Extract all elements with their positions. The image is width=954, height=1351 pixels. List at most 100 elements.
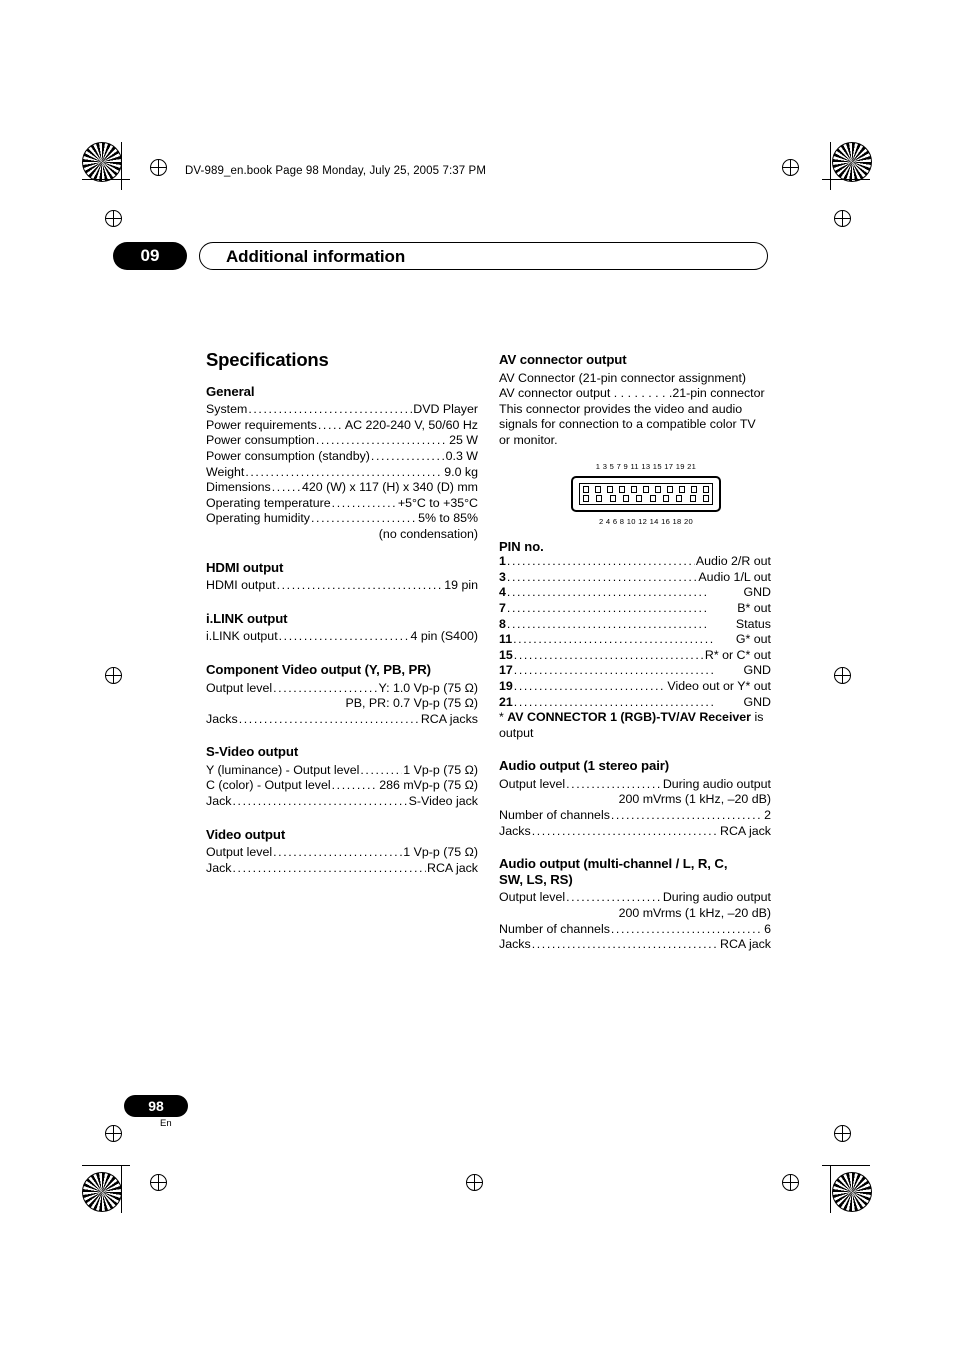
leader-dots: ........................................	[513, 647, 704, 662]
pin-row: 17 .....................................…	[499, 663, 771, 679]
av-paragraph-line-5: or monitor.	[499, 432, 558, 447]
leader-dots: ........................................	[273, 680, 377, 695]
spec-label: Jacks	[499, 823, 531, 838]
pin-value: GND	[743, 694, 771, 709]
spec-value: Y: 1.0 Vp-p (75 Ω)	[378, 680, 479, 695]
crosshair-mark-bottom-center	[466, 1174, 483, 1191]
crosshair-mark-right-upper	[834, 210, 851, 227]
spec-label: System	[206, 402, 248, 417]
leader-dots: ........................................	[232, 860, 427, 875]
spec-value: S-Video jack	[408, 794, 478, 809]
audio-stereo-level-note: 200 mVrms (1 kHz, –20 dB)	[618, 792, 771, 807]
connector-shell	[571, 476, 721, 513]
leader-dots: ........................................	[513, 632, 715, 647]
spec-value: During audio output	[662, 890, 771, 905]
spec-label: Jacks	[206, 711, 238, 726]
pin-number: 11	[499, 632, 513, 647]
pin-row: 11 .....................................…	[499, 632, 771, 648]
spec-row: Power consumption ......................…	[206, 433, 478, 449]
crop-mark-top-right	[822, 179, 870, 180]
spec-value: 25 W	[449, 433, 478, 448]
pin-number: 8	[499, 616, 506, 631]
leader-dots: ........................................	[271, 480, 301, 495]
crosshair-mark-left-lower	[105, 1125, 122, 1142]
spec-value: RCA jack	[720, 937, 771, 952]
spec-row: Jack ...................................…	[206, 861, 478, 877]
crop-mark-left-bottom	[121, 1165, 122, 1213]
pin-row: 4 ......................................…	[499, 585, 771, 601]
spec-value: 2	[764, 808, 771, 823]
section-heading-audio-multi-line1: Audio output (multi-channel / L, R, C,	[499, 856, 728, 872]
registration-mark-top-right	[832, 142, 872, 182]
connector-pin-row-even	[583, 495, 709, 503]
leader-dots: ........................................	[506, 616, 709, 631]
spec-label: Output level	[206, 845, 273, 860]
spec-value: 1 Vp-p (75 Ω)	[403, 762, 478, 777]
spec-label: Dimensions	[206, 480, 271, 495]
spec-label: Operating humidity	[206, 511, 310, 526]
spec-row: Output level ...........................…	[499, 777, 771, 793]
leader-dots: ........................................	[278, 629, 410, 644]
section-heading-audio-multi-line2: SW, LS, RS)	[499, 871, 573, 887]
pin-row: 1 ......................................…	[499, 554, 771, 570]
spec-row: Number of channels .....................…	[499, 922, 771, 938]
spec-row: Jacks ..................................…	[499, 937, 771, 953]
spec-row: Power consumption (standby) ............…	[206, 449, 478, 465]
spec-row: Output level ...........................…	[206, 681, 478, 697]
pin-value: Audio 1/L out	[698, 569, 771, 584]
spec-value: 6	[764, 921, 771, 936]
leader-dots: ........................................	[566, 776, 662, 791]
pin-number: 21	[499, 694, 513, 709]
spec-value: 19 pin	[444, 578, 478, 593]
spec-label: Power requirements	[206, 417, 317, 432]
spec-value: RCA jack	[427, 860, 478, 875]
pin-value: GND	[743, 663, 771, 678]
av-connector-diagram: 1 3 5 7 9 11 13 15 17 19 21 2 4 6 8 10 1…	[561, 459, 741, 533]
audio-multi-level-note: 200 mVrms (1 kHz, –20 dB)	[618, 906, 771, 921]
spec-row: Power requirements .....................…	[206, 418, 478, 434]
leader-dots: ........................................	[513, 678, 667, 693]
section-heading-general: General	[206, 383, 255, 399]
pin-value: Audio 2/R out	[695, 554, 771, 569]
spec-row: Output level ...........................…	[206, 845, 478, 861]
spec-row: HDMI output ............................…	[206, 578, 478, 594]
pin-value: R* or C* out	[704, 647, 771, 662]
spec-value: +5°C to +35°C	[397, 495, 478, 510]
crosshair-mark-left-upper	[105, 210, 122, 227]
leader-dots: ........................................	[238, 711, 420, 726]
section-heading-s-video: S-Video output	[206, 744, 299, 760]
crosshair-mark-right-lower	[834, 1125, 851, 1142]
section-heading-ilink: i.LINK output	[206, 610, 288, 626]
spec-value: 4 pin (S400)	[410, 629, 478, 644]
chapter-number: 09	[113, 242, 187, 270]
crop-mark-left-top	[121, 142, 122, 190]
spec-label: Operating temperature	[206, 495, 331, 510]
spec-row: Weight .................................…	[206, 465, 478, 481]
leader-dots: ........................................	[506, 554, 695, 569]
pin-row: 21 .....................................…	[499, 695, 771, 711]
spec-row: Y (luminance) - Output level ...........…	[206, 763, 478, 779]
spec-label: Output level	[499, 890, 566, 905]
spec-value: 1 Vp-p (75 Ω)	[403, 845, 478, 860]
page-language-label: En	[160, 1118, 172, 1129]
pin-value: GND	[743, 585, 771, 600]
crosshair-mark-bottom-right	[782, 1174, 799, 1191]
spec-row: Jacks ..................................…	[499, 824, 771, 840]
av-paragraph-line-2: AV connector output . . . . . . . . .21-…	[499, 386, 765, 401]
pin-number: 1	[499, 554, 506, 569]
pin-row: 19 .....................................…	[499, 679, 771, 695]
av-paragraph-line-1: AV Connector (21-pin connector assignmen…	[499, 370, 747, 385]
leader-dots: ........................................	[531, 937, 720, 952]
registration-mark-top-left	[82, 142, 122, 182]
leader-dots: ........................................	[273, 845, 402, 860]
pin-number: 4	[499, 585, 506, 600]
spec-value: RCA jack	[720, 823, 771, 838]
chapter-bar: 09 Additional information	[113, 242, 768, 270]
page-title: Specifications	[206, 349, 329, 370]
leader-dots: ........................................	[331, 495, 397, 510]
leader-dots: ........................................	[360, 762, 402, 777]
spec-row: i.LINK output ..........................…	[206, 629, 478, 645]
spec-note-no-condensation: (no condensation)	[378, 526, 478, 541]
chapter-title-container: Additional information	[199, 242, 768, 270]
spec-label: i.LINK output	[206, 629, 278, 644]
